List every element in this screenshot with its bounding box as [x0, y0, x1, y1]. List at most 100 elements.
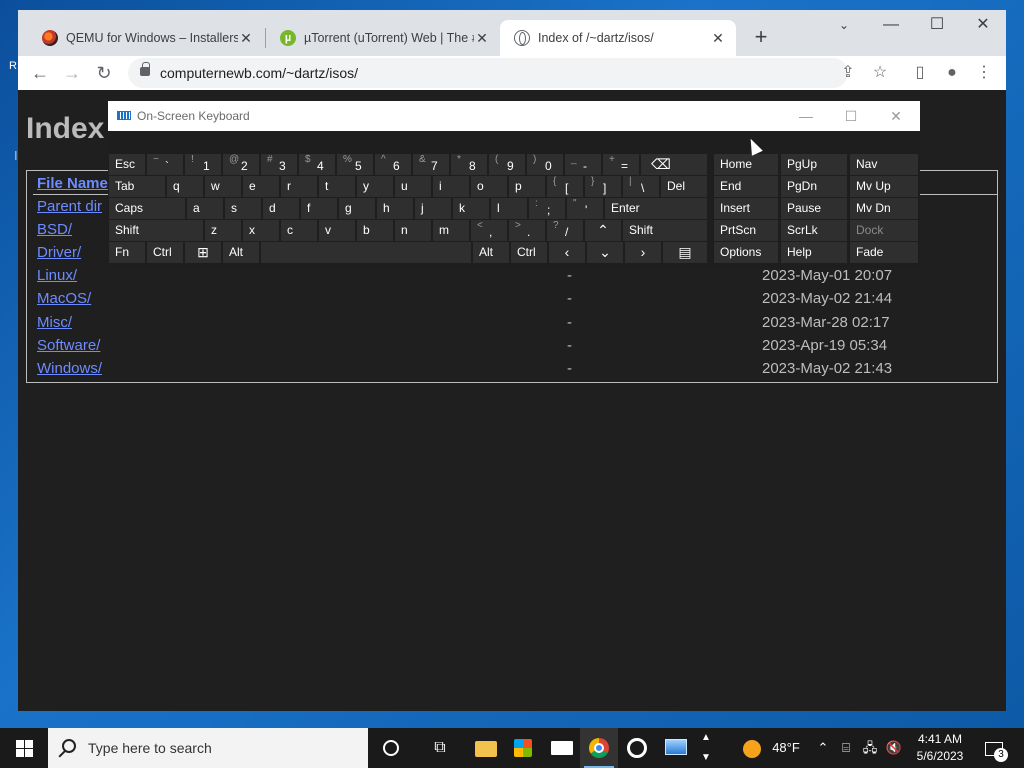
key-d[interactable]: d	[263, 198, 299, 219]
key-up-arrow[interactable]: ⌃	[585, 220, 621, 241]
key-enter[interactable]: Enter	[605, 198, 707, 219]
address-bar[interactable]: computernewb.com/~dartz/isos/	[128, 58, 848, 88]
key-right-shift[interactable]: Shift	[623, 220, 707, 241]
key-semicolon[interactable]: :;	[529, 198, 565, 219]
key-fn[interactable]: Fn	[109, 242, 145, 263]
key-r[interactable]: r	[281, 176, 317, 197]
key-fade[interactable]: Fade	[850, 242, 918, 263]
start-button[interactable]	[0, 728, 48, 768]
key-f[interactable]: f	[301, 198, 337, 219]
url-text[interactable]: computernewb.com/~dartz/isos/	[160, 65, 358, 81]
file-link[interactable]: Driver/	[37, 244, 81, 261]
maximize-button[interactable]: ☐	[914, 10, 960, 44]
forward-arrow-icon[interactable]: →	[58, 60, 86, 86]
file-explorer-button[interactable]	[466, 728, 504, 768]
key-n[interactable]: n	[395, 220, 431, 241]
chrome-button[interactable]	[580, 728, 618, 768]
key-tab[interactable]: Tab	[109, 176, 165, 197]
osk-maximize-button[interactable]: ☐	[831, 105, 871, 127]
profile-avatar-icon[interactable]: ●	[938, 60, 966, 86]
key-i[interactable]: i	[433, 176, 469, 197]
key-left-ctrl[interactable]: Ctrl	[147, 242, 183, 263]
file-link[interactable]: MacOS/	[37, 290, 91, 307]
taskbar-search-box[interactable]: Type here to search	[48, 728, 368, 768]
device-icon[interactable]: ⌸	[836, 728, 856, 768]
tab-close-icon[interactable]: ✕	[474, 30, 490, 47]
key-quote[interactable]: " '	[567, 198, 603, 219]
key-insert[interactable]: Insert	[714, 198, 778, 219]
key-right-arrow[interactable]: ›	[625, 242, 661, 263]
key-m[interactable]: m	[433, 220, 469, 241]
tab-close-icon[interactable]: ✕	[710, 30, 726, 47]
key-5[interactable]: % 5	[337, 154, 373, 175]
key-pgup[interactable]: PgUp	[781, 154, 847, 175]
file-link[interactable]: Software/	[37, 337, 100, 354]
key-pgdn[interactable]: PgDn	[781, 176, 847, 197]
key-home[interactable]: Home	[714, 154, 778, 175]
key-v[interactable]: v	[319, 220, 355, 241]
key-8[interactable]: * 8	[451, 154, 487, 175]
media-app-button[interactable]	[618, 728, 656, 768]
key-o[interactable]: o	[471, 176, 507, 197]
key-p[interactable]: p	[509, 176, 545, 197]
tab-utorrent[interactable]: µ µTorrent (uTorrent) Web | The #1 ✕	[266, 20, 500, 56]
key-3[interactable]: #3	[261, 154, 297, 175]
key-w[interactable]: w	[205, 176, 241, 197]
key-equals[interactable]: + =	[603, 154, 639, 175]
remote-desktop-button[interactable]	[656, 728, 694, 768]
key-nav[interactable]: Nav	[850, 154, 918, 175]
column-header-file-name[interactable]: File Name	[37, 175, 108, 192]
key-y[interactable]: y	[357, 176, 393, 197]
key-a[interactable]: a	[187, 198, 223, 219]
hidden-icons-chevron-icon[interactable]: ⌃	[813, 728, 833, 768]
osk-close-button[interactable]: ✕	[876, 105, 916, 127]
side-panel-icon[interactable]: ▯	[906, 60, 934, 86]
key-t[interactable]: t	[319, 176, 355, 197]
key-left-bracket[interactable]: {[	[547, 176, 583, 197]
key-backspace[interactable]: ⌫	[641, 154, 707, 175]
share-icon[interactable]: ⇪	[834, 60, 862, 86]
file-link[interactable]: BSD/	[37, 221, 72, 238]
back-arrow-icon[interactable]: ←	[26, 60, 54, 86]
key-scrlk[interactable]: ScrLk	[781, 220, 847, 241]
key-l[interactable]: l	[491, 198, 527, 219]
network-icon[interactable]: 🖧	[860, 728, 880, 768]
task-view-button[interactable]: ⧉	[420, 728, 458, 768]
key-k[interactable]: k	[453, 198, 489, 219]
key-x[interactable]: x	[243, 220, 279, 241]
key-right-alt[interactable]: Alt	[473, 242, 509, 263]
key-6[interactable]: ^ 6	[375, 154, 411, 175]
bookmark-star-icon[interactable]: ☆	[866, 60, 894, 86]
tab-search-chevron-icon[interactable]: ⌄	[821, 10, 867, 44]
key-h[interactable]: h	[377, 198, 413, 219]
key-right-bracket[interactable]: }]	[585, 176, 621, 197]
tab-close-icon[interactable]: ✕	[238, 30, 254, 47]
key-minus[interactable]: _ -	[565, 154, 601, 175]
key-tilde[interactable]: ~ `	[147, 154, 183, 175]
key-1[interactable]: ! 1	[185, 154, 221, 175]
key-mv-up[interactable]: Mv Up	[850, 176, 918, 197]
key-u[interactable]: u	[395, 176, 431, 197]
minimize-button[interactable]: —	[868, 10, 914, 44]
key-left-shift[interactable]: Shift	[109, 220, 203, 241]
tab-qemu[interactable]: QEMU for Windows – Installers ( ✕	[28, 20, 264, 56]
kebab-menu-icon[interactable]: ⋮	[970, 60, 998, 86]
key-q[interactable]: q	[167, 176, 203, 197]
key-7[interactable]: & 7	[413, 154, 449, 175]
reload-icon[interactable]: ↻	[90, 60, 118, 86]
key-del[interactable]: Del	[661, 176, 707, 197]
mail-button[interactable]	[542, 728, 580, 768]
key-period[interactable]: >.	[509, 220, 545, 241]
weather-button[interactable]	[738, 728, 766, 768]
key-left-arrow[interactable]: ‹	[549, 242, 585, 263]
key-0[interactable]: ) 0	[527, 154, 563, 175]
store-button[interactable]	[504, 728, 542, 768]
key-caps[interactable]: Caps	[109, 198, 185, 219]
key-pause[interactable]: Pause	[781, 198, 847, 219]
key-c[interactable]: c	[281, 220, 317, 241]
key-comma[interactable]: <,	[471, 220, 507, 241]
key-left-alt[interactable]: Alt	[223, 242, 259, 263]
taskbar-clock[interactable]: 4:41 AM 5/6/2023	[908, 731, 972, 765]
taskbar-scroll-icon[interactable]: ▲ ▼	[696, 728, 716, 768]
key-j[interactable]: j	[415, 198, 451, 219]
